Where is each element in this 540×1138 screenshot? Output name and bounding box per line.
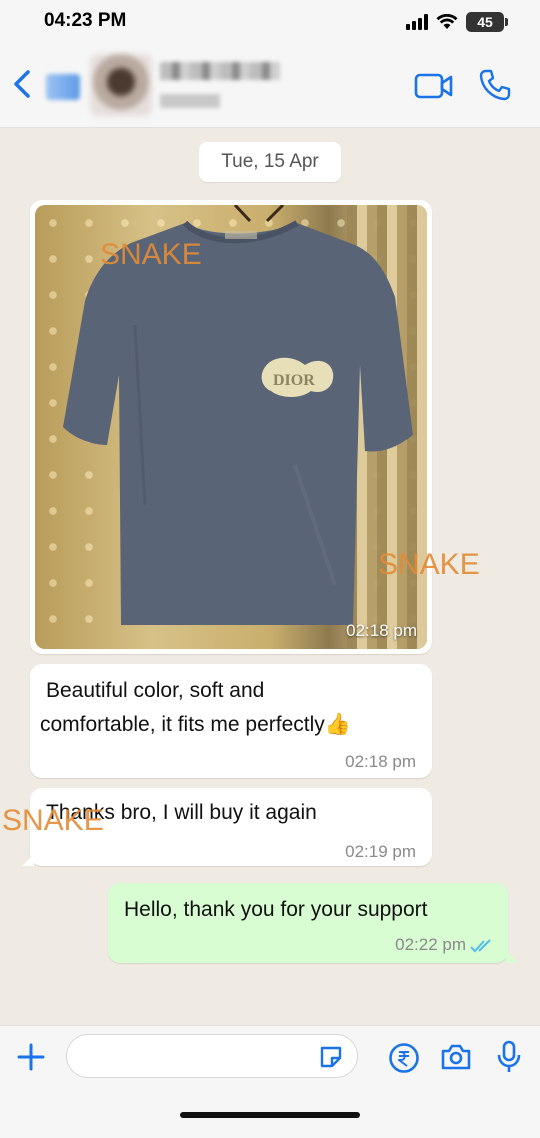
svg-text:DIOR: DIOR [273, 372, 315, 389]
camera-icon [441, 1044, 471, 1070]
battery-icon: 45 [466, 12, 508, 32]
voice-call-button[interactable] [478, 68, 512, 107]
bubble-tail [506, 951, 518, 963]
video-call-icon [414, 73, 453, 99]
message-text: comfortable, it fits me perfectly👍 [40, 713, 351, 736]
signal-icon [406, 14, 428, 30]
read-ticks-icon [470, 939, 491, 953]
watermark: SNAKE [100, 238, 202, 271]
plus-icon [17, 1043, 45, 1071]
avatar[interactable] [90, 54, 152, 116]
contact-status [160, 94, 220, 108]
back-button[interactable] [12, 66, 42, 102]
message-time: 02:18 pm [345, 752, 416, 771]
tshirt-image: DIOR [63, 205, 413, 625]
video-call-button[interactable] [414, 72, 454, 105]
message-input[interactable] [66, 1034, 358, 1078]
input-bar [0, 1025, 540, 1138]
home-indicator[interactable] [180, 1112, 360, 1118]
microphone-icon [497, 1040, 521, 1072]
sticker-icon [320, 1046, 342, 1068]
payment-button[interactable] [388, 1042, 420, 1079]
message-text: Hello, thank you for your support [124, 898, 428, 921]
bubble-tail [22, 854, 34, 866]
contact-name[interactable] [160, 62, 280, 80]
chat-header [0, 44, 540, 128]
date-separator: Tue, 15 Apr [199, 142, 341, 182]
sticker-button[interactable] [318, 1044, 344, 1075]
message-time: 02:18 pm [346, 621, 417, 640]
watermark: SNAKE [2, 804, 104, 837]
wifi-icon [436, 14, 458, 29]
back-chevron-icon [14, 70, 30, 98]
rupee-payment-icon [389, 1043, 419, 1073]
watermark: SNAKE [378, 548, 480, 581]
image-message[interactable]: DIOR 02:18 pm [30, 200, 432, 654]
message-time: 02:19 pm [345, 842, 416, 861]
attach-button[interactable] [16, 1042, 46, 1077]
status-bar: 04:23 PM 45 [0, 0, 540, 44]
message-text: Beautiful color, soft and [46, 679, 265, 702]
unread-count-badge[interactable] [46, 74, 80, 100]
incoming-message[interactable]: Beautiful color, soft and comfortable, i… [30, 664, 432, 778]
tshirt-photo[interactable]: DIOR 02:18 pm [35, 205, 427, 649]
status-time: 04:23 PM [44, 10, 127, 31]
status-icons: 45 [406, 12, 508, 32]
microphone-button[interactable] [496, 1040, 522, 1079]
outgoing-message[interactable]: Hello, thank you for your support 02:22 … [108, 883, 518, 963]
phone-icon [479, 69, 511, 101]
camera-button[interactable] [440, 1042, 472, 1077]
message-time: 02:22 pm [395, 935, 466, 954]
